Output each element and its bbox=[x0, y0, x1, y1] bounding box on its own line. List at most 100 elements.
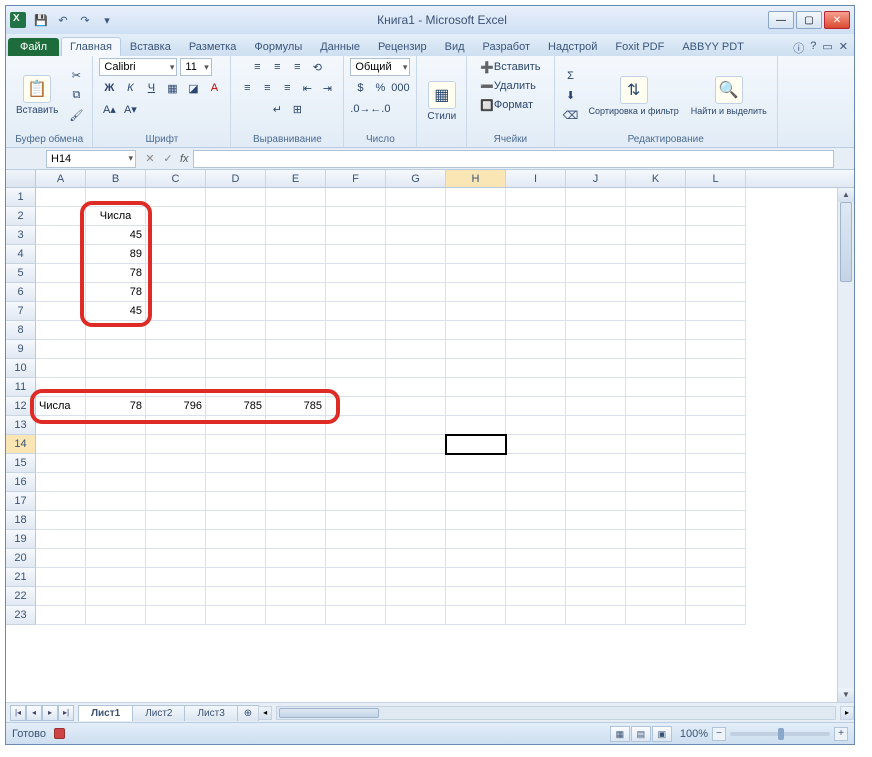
cell-K20[interactable] bbox=[626, 549, 686, 568]
increase-font-button[interactable]: A▴ bbox=[99, 100, 119, 118]
cell-L2[interactable] bbox=[686, 207, 746, 226]
cut-button[interactable]: ✂ bbox=[66, 67, 86, 85]
cell-J9[interactable] bbox=[566, 340, 626, 359]
cell-D10[interactable] bbox=[206, 359, 266, 378]
cell-K13[interactable] bbox=[626, 416, 686, 435]
cell-I20[interactable] bbox=[506, 549, 566, 568]
wrap-text-button[interactable]: ↵ bbox=[267, 100, 287, 118]
cell-K10[interactable] bbox=[626, 359, 686, 378]
cell-K15[interactable] bbox=[626, 454, 686, 473]
comma-button[interactable]: 000 bbox=[390, 79, 410, 97]
fill-color-button[interactable]: ◪ bbox=[183, 79, 203, 97]
cell-I8[interactable] bbox=[506, 321, 566, 340]
clear-button[interactable]: ⌫ bbox=[561, 107, 581, 125]
cell-E3[interactable] bbox=[266, 226, 326, 245]
cell-H10[interactable] bbox=[446, 359, 506, 378]
cell-G2[interactable] bbox=[386, 207, 446, 226]
cell-F14[interactable] bbox=[326, 435, 386, 454]
cell-I3[interactable] bbox=[506, 226, 566, 245]
cell-I12[interactable] bbox=[506, 397, 566, 416]
cell-A18[interactable] bbox=[36, 511, 86, 530]
cell-F13[interactable] bbox=[326, 416, 386, 435]
cell-F19[interactable] bbox=[326, 530, 386, 549]
row-header-14[interactable]: 14 bbox=[6, 435, 36, 454]
cell-K22[interactable] bbox=[626, 587, 686, 606]
horizontal-scrollbar[interactable] bbox=[276, 706, 836, 720]
cell-I7[interactable] bbox=[506, 302, 566, 321]
cell-I19[interactable] bbox=[506, 530, 566, 549]
col-header-H[interactable]: H bbox=[446, 170, 506, 187]
cell-G9[interactable] bbox=[386, 340, 446, 359]
cell-D21[interactable] bbox=[206, 568, 266, 587]
sheet-nav-next[interactable]: ▸ bbox=[42, 705, 58, 721]
cell-F1[interactable] bbox=[326, 188, 386, 207]
workbook-close-icon[interactable]: ✕ bbox=[839, 40, 848, 56]
cell-G18[interactable] bbox=[386, 511, 446, 530]
cell-A22[interactable] bbox=[36, 587, 86, 606]
cell-L9[interactable] bbox=[686, 340, 746, 359]
view-pagebreak-button[interactable]: ▣ bbox=[652, 726, 672, 742]
row-header-23[interactable]: 23 bbox=[6, 606, 36, 625]
cell-A14[interactable] bbox=[36, 435, 86, 454]
cell-A5[interactable] bbox=[36, 264, 86, 283]
cell-A9[interactable] bbox=[36, 340, 86, 359]
cell-B20[interactable] bbox=[86, 549, 146, 568]
close-button[interactable]: ✕ bbox=[824, 11, 850, 29]
cell-A15[interactable] bbox=[36, 454, 86, 473]
cell-D1[interactable] bbox=[206, 188, 266, 207]
cell-B14[interactable] bbox=[86, 435, 146, 454]
cell-H7[interactable] bbox=[446, 302, 506, 321]
cancel-formula-icon[interactable]: ✕ bbox=[142, 152, 158, 165]
currency-button[interactable]: $ bbox=[350, 79, 370, 97]
cell-L4[interactable] bbox=[686, 245, 746, 264]
cell-C20[interactable] bbox=[146, 549, 206, 568]
cell-H13[interactable] bbox=[446, 416, 506, 435]
cell-G4[interactable] bbox=[386, 245, 446, 264]
row-header-16[interactable]: 16 bbox=[6, 473, 36, 492]
formula-input[interactable] bbox=[193, 150, 834, 168]
cell-B10[interactable] bbox=[86, 359, 146, 378]
cell-C2[interactable] bbox=[146, 207, 206, 226]
cell-F15[interactable] bbox=[326, 454, 386, 473]
cell-F18[interactable] bbox=[326, 511, 386, 530]
cell-F4[interactable] bbox=[326, 245, 386, 264]
cell-E17[interactable] bbox=[266, 492, 326, 511]
cell-A12[interactable]: Числа bbox=[36, 397, 86, 416]
cell-K18[interactable] bbox=[626, 511, 686, 530]
cell-F17[interactable] bbox=[326, 492, 386, 511]
cell-F8[interactable] bbox=[326, 321, 386, 340]
cell-F9[interactable] bbox=[326, 340, 386, 359]
cell-E1[interactable] bbox=[266, 188, 326, 207]
row-header-13[interactable]: 13 bbox=[6, 416, 36, 435]
cell-A3[interactable] bbox=[36, 226, 86, 245]
cell-G8[interactable] bbox=[386, 321, 446, 340]
ribbon-help-icon[interactable]: ? bbox=[810, 40, 816, 56]
cell-F6[interactable] bbox=[326, 283, 386, 302]
row-header-19[interactable]: 19 bbox=[6, 530, 36, 549]
cell-A8[interactable] bbox=[36, 321, 86, 340]
cell-E8[interactable] bbox=[266, 321, 326, 340]
cell-B5[interactable]: 78 bbox=[86, 264, 146, 283]
cell-E14[interactable] bbox=[266, 435, 326, 454]
cell-F23[interactable] bbox=[326, 606, 386, 625]
cell-G16[interactable] bbox=[386, 473, 446, 492]
cell-J22[interactable] bbox=[566, 587, 626, 606]
ribbon-tab-1[interactable]: Вставка bbox=[121, 37, 180, 56]
cell-K11[interactable] bbox=[626, 378, 686, 397]
cell-I6[interactable] bbox=[506, 283, 566, 302]
ribbon-tab-9[interactable]: Foxit PDF bbox=[606, 37, 673, 56]
cell-A23[interactable] bbox=[36, 606, 86, 625]
cell-G12[interactable] bbox=[386, 397, 446, 416]
maximize-button[interactable]: ▢ bbox=[796, 11, 822, 29]
cell-L15[interactable] bbox=[686, 454, 746, 473]
cell-A7[interactable] bbox=[36, 302, 86, 321]
align-center-button[interactable]: ≡ bbox=[257, 79, 277, 97]
cell-J1[interactable] bbox=[566, 188, 626, 207]
align-middle-button[interactable]: ≡ bbox=[267, 58, 287, 76]
cell-G17[interactable] bbox=[386, 492, 446, 511]
cell-J4[interactable] bbox=[566, 245, 626, 264]
cell-D9[interactable] bbox=[206, 340, 266, 359]
cell-G23[interactable] bbox=[386, 606, 446, 625]
cell-I4[interactable] bbox=[506, 245, 566, 264]
cell-H23[interactable] bbox=[446, 606, 506, 625]
